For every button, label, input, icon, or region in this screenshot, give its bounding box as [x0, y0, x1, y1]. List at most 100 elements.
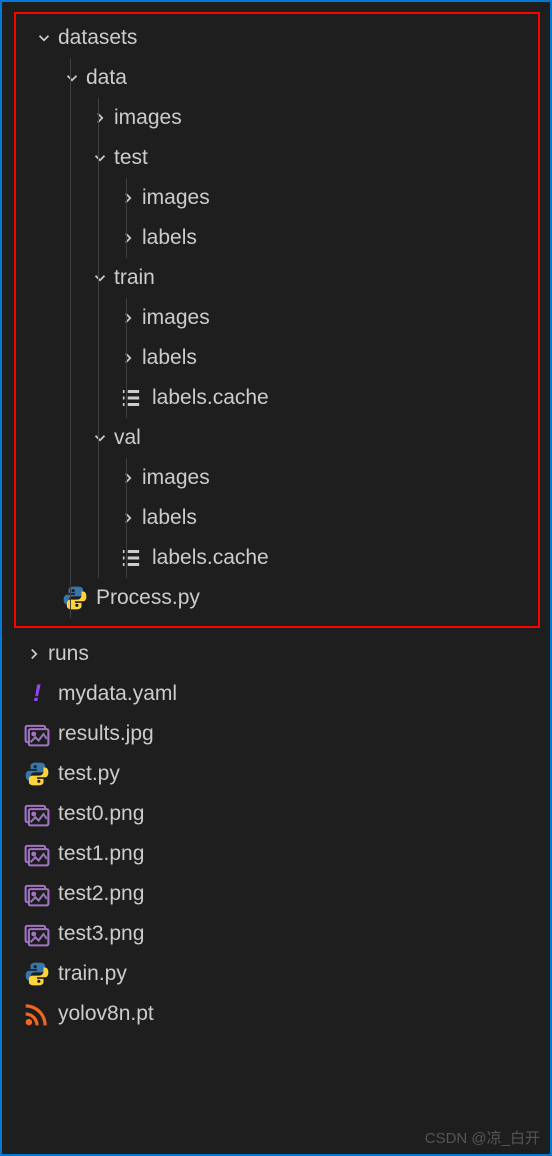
tree-guide: [98, 458, 99, 498]
folder-test[interactable]: test: [16, 138, 538, 178]
file-test1-png[interactable]: test1.png: [2, 834, 550, 874]
chevron-down-icon: [90, 268, 110, 288]
tree-guide: [126, 498, 127, 538]
file-label: train.py: [58, 962, 127, 986]
folder-label: labels: [142, 226, 197, 250]
tree-guide: [126, 538, 127, 578]
folder-label: labels: [142, 346, 197, 370]
folder-label: images: [142, 186, 210, 210]
file-test0-png[interactable]: test0.png: [2, 794, 550, 834]
rss-icon: [24, 1001, 50, 1027]
image-icon: [24, 801, 50, 827]
file-yolov8n-pt[interactable]: yolov8n.pt: [2, 994, 550, 1034]
list-icon: [118, 385, 144, 411]
chevron-down-icon: [62, 68, 82, 88]
file-label: yolov8n.pt: [58, 1002, 154, 1026]
file-results-jpg[interactable]: results.jpg: [2, 714, 550, 754]
tree-guide: [126, 178, 127, 218]
folder-label: train: [114, 266, 155, 290]
file-test3-png[interactable]: test3.png: [2, 914, 550, 954]
yaml-icon: !: [24, 681, 50, 707]
image-icon: [24, 841, 50, 867]
file-label: results.jpg: [58, 722, 154, 746]
tree-guide: [98, 338, 99, 378]
tree-guide: [70, 338, 71, 378]
tree-guide: [70, 458, 71, 498]
file-label: test.py: [58, 762, 120, 786]
file-process-py[interactable]: Process.py: [16, 578, 538, 618]
tree-guide: [70, 218, 71, 258]
folder-label: test: [114, 146, 148, 170]
image-icon: [24, 881, 50, 907]
tree-guide: [70, 498, 71, 538]
file-label: labels.cache: [152, 546, 269, 570]
file-test-py[interactable]: test.py: [2, 754, 550, 794]
tree-guide: [70, 258, 71, 298]
chevron-right-icon: [118, 468, 138, 488]
tree-guide: [98, 498, 99, 538]
folder-label: datasets: [58, 26, 137, 50]
folder-train-images[interactable]: images: [16, 298, 538, 338]
list-icon: [118, 545, 144, 571]
chevron-right-icon: [118, 228, 138, 248]
folder-train[interactable]: train: [16, 258, 538, 298]
tree-guide: [126, 338, 127, 378]
tree-guide: [98, 298, 99, 338]
tree-guide: [126, 378, 127, 418]
watermark: CSDN @凉_白开: [425, 1127, 540, 1148]
tree-guide: [98, 418, 99, 458]
image-icon: [24, 921, 50, 947]
file-mydata-yaml[interactable]: ! mydata.yaml: [2, 674, 550, 714]
file-val-labels-cache[interactable]: labels.cache: [16, 538, 538, 578]
highlighted-section: datasets data images test: [14, 12, 540, 628]
tree-guide: [70, 538, 71, 578]
folder-label: images: [142, 466, 210, 490]
file-label: test1.png: [58, 842, 144, 866]
folder-label: images: [114, 106, 182, 130]
file-label: Process.py: [96, 586, 200, 610]
tree-guide: [70, 138, 71, 178]
chevron-right-icon: [118, 508, 138, 528]
python-icon: [24, 761, 50, 787]
file-label: test2.png: [58, 882, 144, 906]
file-label: test3.png: [58, 922, 144, 946]
folder-val[interactable]: val: [16, 418, 538, 458]
folder-label: images: [142, 306, 210, 330]
file-test2-png[interactable]: test2.png: [2, 874, 550, 914]
chevron-right-icon: [118, 188, 138, 208]
tree-guide: [70, 418, 71, 458]
tree-guide: [126, 298, 127, 338]
tree-guide: [98, 138, 99, 178]
folder-train-labels[interactable]: labels: [16, 338, 538, 378]
tree-guide: [98, 538, 99, 578]
folder-runs[interactable]: runs: [2, 634, 550, 674]
tree-guide: [70, 98, 71, 138]
chevron-down-icon: [90, 148, 110, 168]
file-tree: datasets data images test: [2, 2, 550, 1040]
tree-guide: [70, 578, 71, 618]
tree-guide: [98, 258, 99, 298]
folder-val-labels[interactable]: labels: [16, 498, 538, 538]
folder-val-images[interactable]: images: [16, 458, 538, 498]
tree-guide: [126, 458, 127, 498]
folder-test-labels[interactable]: labels: [16, 218, 538, 258]
chevron-right-icon: [24, 644, 44, 664]
folder-test-images[interactable]: images: [16, 178, 538, 218]
python-icon: [24, 961, 50, 987]
folder-images[interactable]: images: [16, 98, 538, 138]
chevron-down-icon: [34, 28, 54, 48]
file-label: labels.cache: [152, 386, 269, 410]
chevron-right-icon: [118, 348, 138, 368]
file-train-labels-cache[interactable]: labels.cache: [16, 378, 538, 418]
tree-guide: [126, 218, 127, 258]
file-train-py[interactable]: train.py: [2, 954, 550, 994]
chevron-right-icon: [90, 108, 110, 128]
folder-label: runs: [48, 642, 89, 666]
folder-data[interactable]: data: [16, 58, 538, 98]
folder-label: val: [114, 426, 141, 450]
tree-guide: [98, 378, 99, 418]
tree-guide: [70, 378, 71, 418]
file-label: test0.png: [58, 802, 144, 826]
folder-datasets[interactable]: datasets: [16, 18, 538, 58]
chevron-down-icon: [90, 428, 110, 448]
